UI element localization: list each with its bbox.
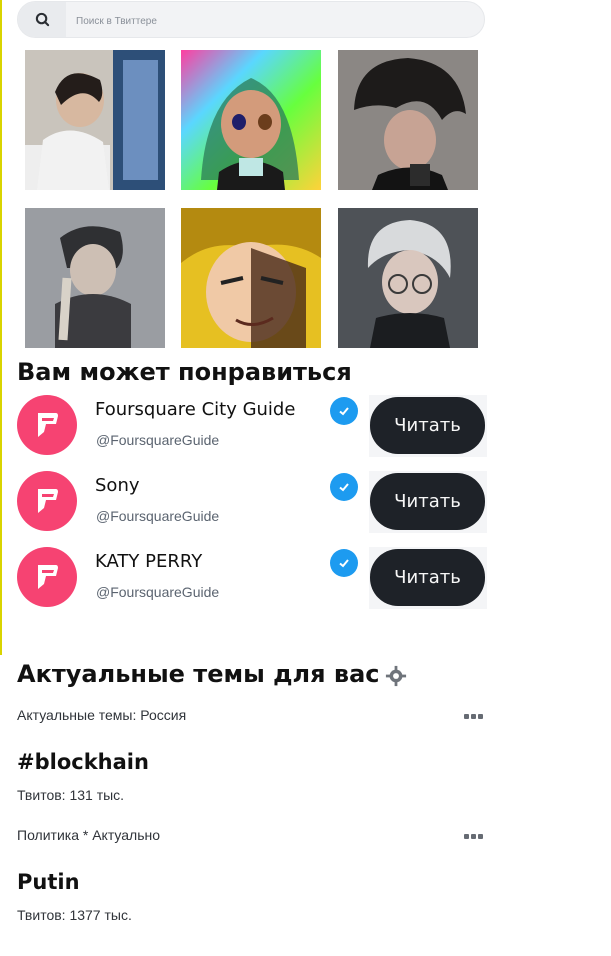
settings-gear-icon[interactable] xyxy=(385,665,407,687)
foursquare-icon[interactable] xyxy=(17,471,77,531)
follow-button[interactable]: Читать xyxy=(370,473,485,530)
verified-icon xyxy=(330,473,358,501)
verified-icon xyxy=(330,549,358,577)
trends-title: Актуальные темы для вас xyxy=(17,660,380,688)
suggestion-item[interactable]: Foursquare City Guide @FoursquareGuide Ч… xyxy=(17,395,487,457)
media-grid xyxy=(25,50,478,349)
suggestions-title: Вам может понравиться xyxy=(17,358,352,386)
suggestion-item[interactable]: KATY PERRY @FoursquareGuide Читать xyxy=(17,547,487,609)
trend-topic[interactable]: #blockhain xyxy=(17,750,149,774)
suggestion-item[interactable]: Sony @FoursquareGuide Читать xyxy=(17,471,487,533)
follow-button-area: Читать xyxy=(369,471,487,533)
follow-button-area: Читать xyxy=(369,547,487,609)
photo-1[interactable] xyxy=(25,50,165,190)
trend-count: Твитов: 131 тыс. xyxy=(17,787,125,803)
trend-context: Политика * Актуально xyxy=(17,827,161,843)
photo-6[interactable] xyxy=(338,208,478,348)
follow-button[interactable]: Читать xyxy=(370,549,485,606)
photo-5[interactable] xyxy=(181,208,321,348)
suggestion-name[interactable]: Sony xyxy=(95,475,140,496)
follow-button[interactable]: Читать xyxy=(370,397,485,454)
foursquare-icon[interactable] xyxy=(17,395,77,455)
suggestion-name[interactable]: KATY PERRY xyxy=(95,551,202,572)
follow-button-area: Читать xyxy=(369,395,487,457)
search-input[interactable] xyxy=(74,9,458,33)
suggestion-handle[interactable]: @FoursquareGuide xyxy=(96,508,219,524)
more-icon[interactable] xyxy=(462,710,484,722)
suggestion-handle[interactable]: @FoursquareGuide xyxy=(96,584,219,600)
trend-topic[interactable]: Putin xyxy=(17,870,80,894)
foursquare-icon[interactable] xyxy=(17,547,77,607)
suggestion-name[interactable]: Foursquare City Guide xyxy=(95,399,295,420)
left-edge-line xyxy=(0,0,2,655)
photo-4[interactable] xyxy=(25,208,165,348)
search-icon[interactable] xyxy=(18,2,66,37)
photo-3[interactable] xyxy=(338,50,478,190)
search-bar[interactable] xyxy=(17,1,485,38)
more-icon[interactable] xyxy=(462,830,484,842)
trend-count: Твитов: 1377 тыс. xyxy=(17,907,132,923)
suggestion-handle[interactable]: @FoursquareGuide xyxy=(96,432,219,448)
trend-context: Актуальные темы: Россия xyxy=(17,707,187,723)
photo-2[interactable] xyxy=(181,50,321,190)
verified-icon xyxy=(330,397,358,425)
